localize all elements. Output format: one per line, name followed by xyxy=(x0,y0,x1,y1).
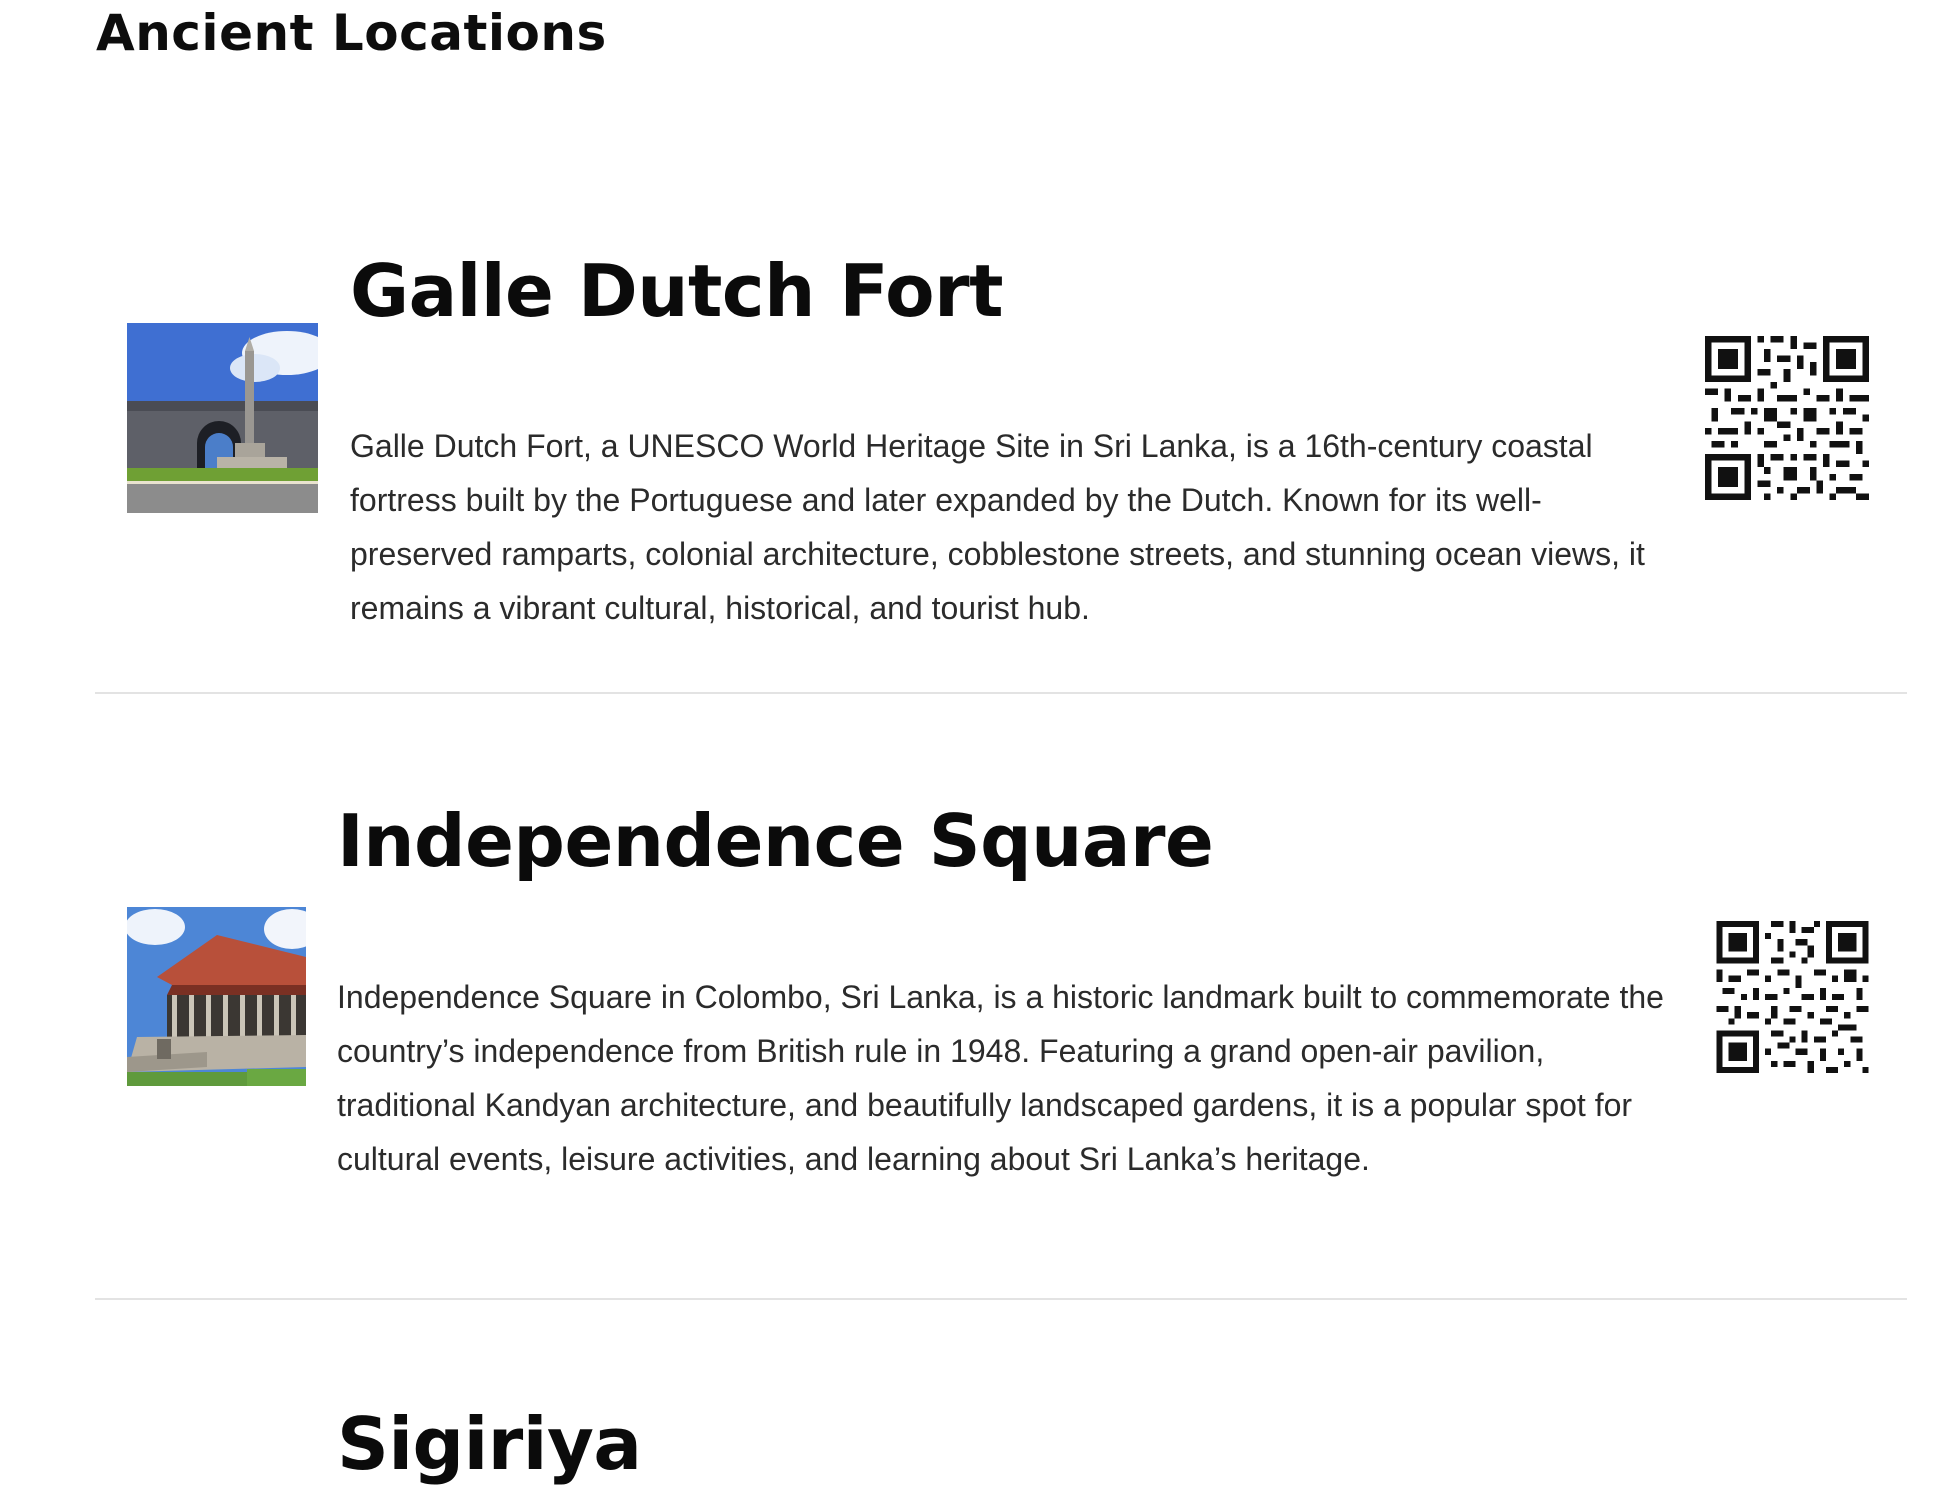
qr-code[interactable] xyxy=(1705,336,1869,500)
location-title[interactable]: Sigiriya xyxy=(337,1408,642,1480)
section-divider xyxy=(95,1298,1907,1300)
section-divider xyxy=(95,692,1907,694)
location-description: Independence Square in Colombo, Sri Lank… xyxy=(337,979,1664,1177)
location-title[interactable]: Independence Square xyxy=(337,805,1214,877)
qr-code-icon xyxy=(1705,336,1869,500)
location-photo[interactable] xyxy=(127,323,318,513)
pavilion-photo-icon xyxy=(127,907,306,1086)
fort-gate-photo-icon xyxy=(127,323,318,513)
location-title[interactable]: Galle Dutch Fort xyxy=(350,255,1004,327)
page-title: Ancient Locations xyxy=(96,4,607,62)
qr-code[interactable] xyxy=(1716,921,1869,1073)
location-photo[interactable] xyxy=(127,907,306,1086)
location-description: Galle Dutch Fort, a UNESCO World Heritag… xyxy=(350,428,1645,626)
qr-code-icon xyxy=(1716,921,1869,1073)
